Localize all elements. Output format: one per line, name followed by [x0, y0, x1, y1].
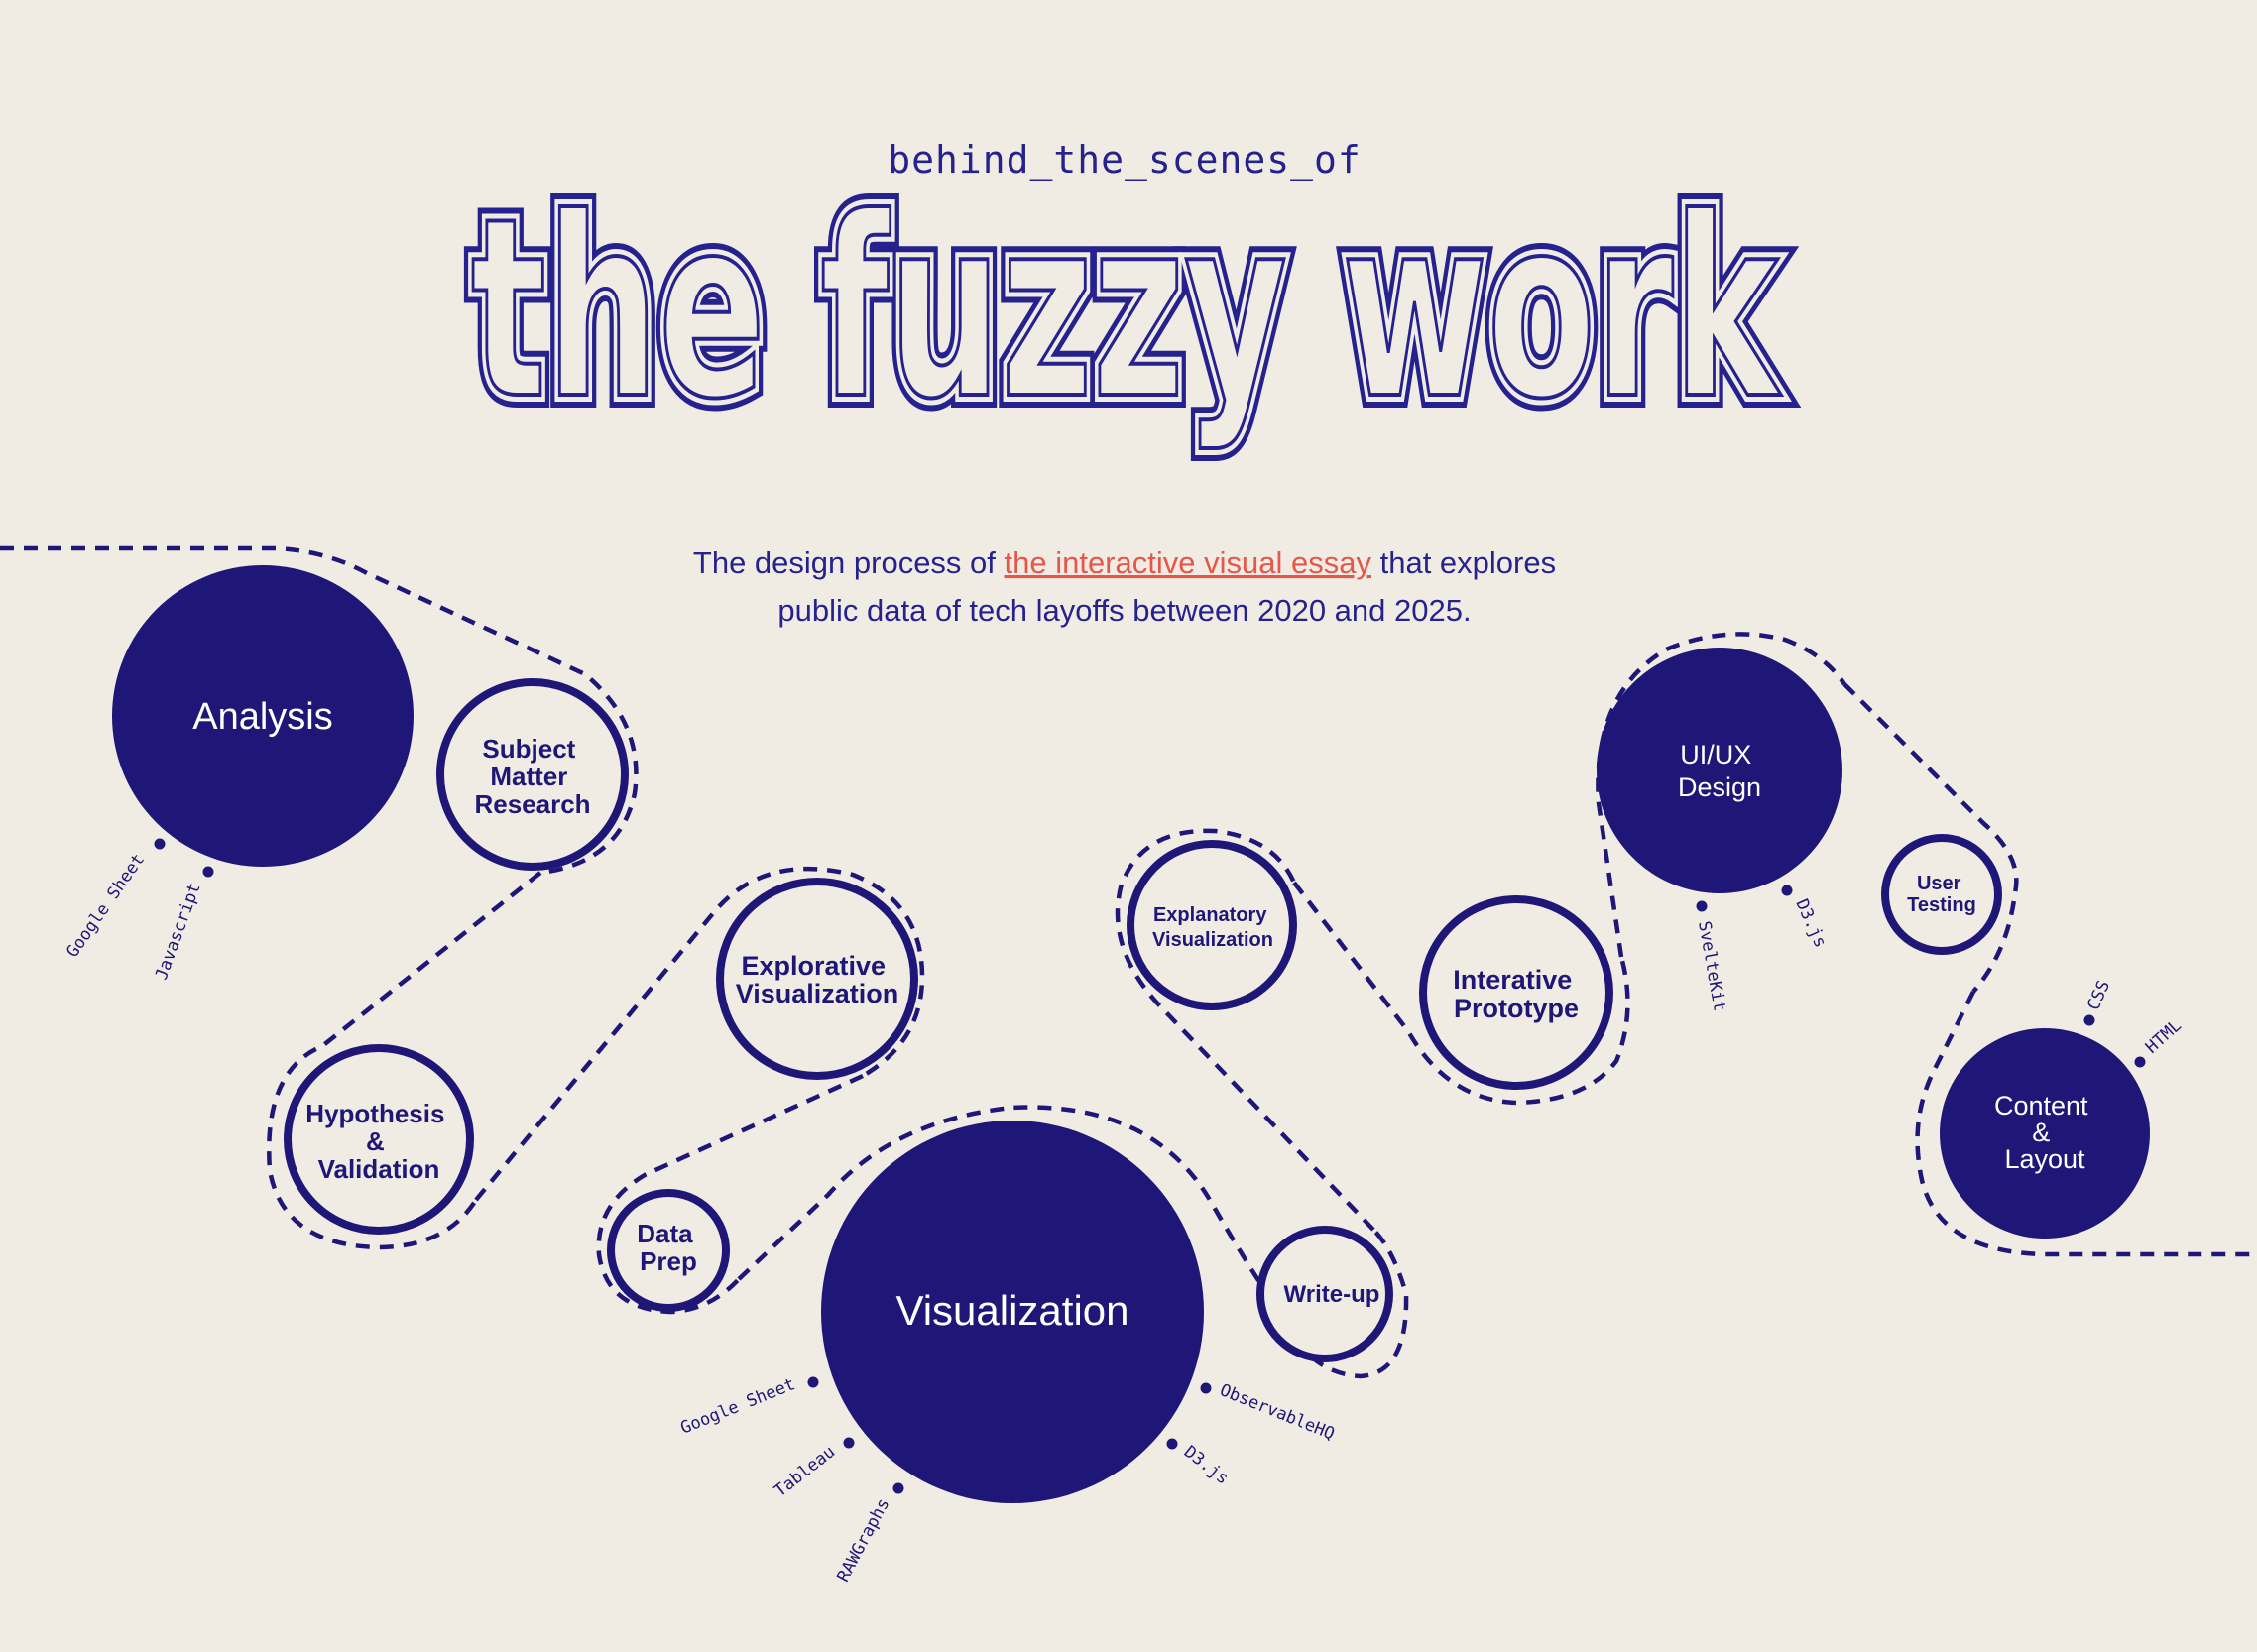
node-ui-ux-design-label-2: Design: [1678, 772, 1761, 802]
node-analysis[interactable]: Analysis: [112, 565, 414, 867]
node-content-layout[interactable]: Content & Layout: [1940, 1028, 2150, 1239]
tool-label: CSS: [2083, 978, 2114, 1013]
node-data-prep[interactable]: Data Prep: [607, 1189, 730, 1312]
node-content-layout-label-2: &: [2032, 1118, 2050, 1147]
page-title: the fuzzy work the fuzzy work the fuzzy …: [458, 152, 1794, 466]
intro-text-post: that explores: [1371, 545, 1556, 580]
tool-label: Tableau: [771, 1442, 839, 1501]
tool-label: Google Sheet: [677, 1374, 797, 1439]
tool-dot: [1696, 900, 1708, 912]
svg-text:User Testing: User Testing: [1907, 873, 1976, 916]
tool-dot: [807, 1376, 819, 1388]
node-visualization[interactable]: Visualization: [821, 1121, 1204, 1503]
tool-label: HTML: [2142, 1015, 2186, 1057]
svg-text:Visualization: Visualization: [895, 1287, 1128, 1334]
node-explorative-visualization[interactable]: Explorative Visualization: [716, 878, 918, 1080]
node-analysis-label: Analysis: [192, 696, 333, 738]
tool-label: D3.js: [1791, 896, 1830, 951]
intro-line-2: public data of tech layoffs between 2020…: [777, 593, 1471, 628]
node-ui-ux-design-label-1: UI/UX: [1680, 740, 1751, 769]
node-visualization-label: Visualization: [895, 1287, 1128, 1334]
page-title-core: the fuzzy work: [471, 165, 1781, 453]
node-hypothesis-validation[interactable]: Hypothesis & Validation: [284, 1044, 474, 1235]
node-subject-matter-research[interactable]: Subject Matter Research: [436, 678, 629, 871]
node-explanatory-visualization-label-2: Visualization: [1152, 929, 1273, 951]
tool-label: RAWGraphs: [834, 1495, 894, 1586]
node-write-up[interactable]: Write-up: [1256, 1226, 1393, 1362]
node-explanatory-visualization[interactable]: Explanatory Visualization: [1127, 840, 1297, 1010]
tools-ui-ux-design: SvelteKit D3.js: [1694, 885, 1831, 1013]
node-content-layout-label-1: Content: [1994, 1091, 2088, 1121]
node-interative-prototype[interactable]: Interative Prototype: [1419, 895, 1613, 1090]
intro-text-pre: The design process of: [693, 545, 1005, 580]
node-ui-ux-design-circle: [1597, 648, 1842, 893]
node-explorative-visualization-label-2: Visualization: [736, 979, 899, 1008]
node-subject-matter-research-label-1: Subject: [482, 734, 575, 764]
node-subject-matter-research-label-3: Research: [474, 789, 590, 819]
tool-label: Javascript: [152, 881, 205, 983]
node-interative-prototype-label-2: Prototype: [1454, 994, 1579, 1023]
svg-text:Analysis: Analysis: [192, 696, 333, 738]
essay-link[interactable]: the interactive visual essay: [1005, 545, 1372, 580]
svg-text:Subject Matter Res: Subject Matter Research: [474, 734, 590, 819]
tool-dot: [843, 1437, 855, 1449]
node-user-testing[interactable]: User Testing: [1881, 834, 2002, 955]
tools-analysis: Google Sheet Javascript: [62, 838, 214, 983]
node-subject-matter-research-label-2: Matter: [490, 762, 567, 791]
node-content-layout-label-3: Layout: [2004, 1144, 2085, 1174]
process-diagram: behind_the_scenes_of the fuzzy work the …: [0, 0, 2257, 1652]
tool-dot: [892, 1482, 904, 1494]
tool-label: SvelteKit: [1694, 919, 1729, 1012]
svg-text:Data Prep: Data Prep: [637, 1219, 700, 1276]
node-data-prep-label-1: Data: [637, 1219, 693, 1248]
node-ui-ux-design[interactable]: UI/UX Design: [1597, 648, 1842, 893]
node-user-testing-label-1: User: [1917, 873, 1961, 894]
tool-dot: [202, 866, 214, 878]
tool-label: ObservableHQ: [1217, 1380, 1337, 1445]
svg-text:Interative Prototype: Interative Prototype: [1453, 965, 1580, 1023]
node-explorative-visualization-label-1: Explorative: [741, 951, 886, 981]
node-user-testing-label-2: Testing: [1907, 894, 1976, 916]
node-data-prep-label-2: Prep: [640, 1246, 697, 1276]
tool-dot: [154, 838, 166, 850]
node-hypothesis-validation-label-3: Validation: [318, 1154, 440, 1184]
node-hypothesis-validation-label-2: &: [366, 1126, 385, 1156]
tool-dot: [1166, 1438, 1178, 1450]
tool-dot: [2134, 1056, 2146, 1068]
node-explanatory-visualization-label-1: Explanatory: [1153, 904, 1267, 926]
tool-dot: [1200, 1382, 1212, 1394]
node-interative-prototype-label-1: Interative: [1453, 965, 1572, 995]
process-diagram-canvas: behind_the_scenes_of the fuzzy work the …: [0, 138, 2257, 1586]
node-hypothesis-validation-label-1: Hypothesis: [305, 1099, 444, 1128]
svg-text:Write-up: Write-up: [1284, 1281, 1380, 1308]
tool-label: Google Sheet: [62, 850, 149, 961]
tool-dot: [1781, 885, 1793, 896]
tool-label: D3.js: [1180, 1442, 1233, 1488]
node-write-up-label: Write-up: [1284, 1281, 1380, 1308]
tool-dot: [2083, 1014, 2095, 1026]
svg-text:Explorative Visualizatio: Explorative Visualization: [736, 951, 899, 1008]
intro-line-1: The design process of the interactive vi…: [693, 545, 1556, 580]
